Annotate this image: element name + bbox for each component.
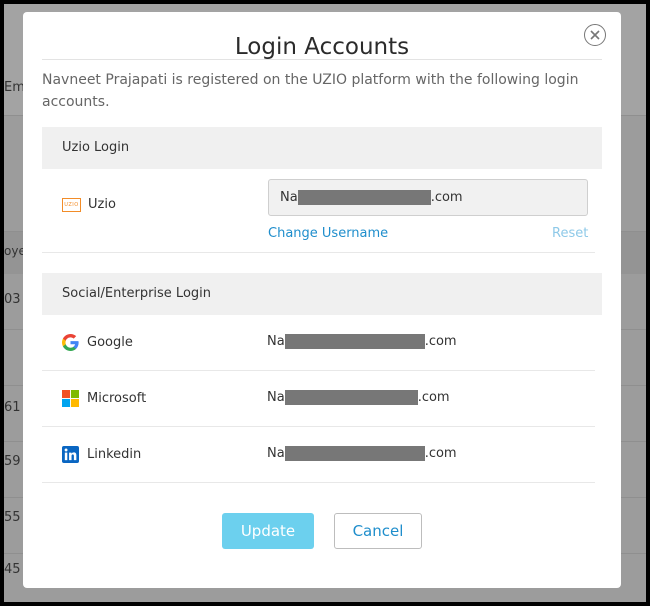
change-username-link[interactable]: Change Username <box>268 226 388 241</box>
background-text: 03 <box>4 292 21 307</box>
background-text: 59 <box>4 454 21 469</box>
google-account-row: Google Na .com <box>42 315 595 371</box>
linkedin-icon <box>62 446 79 463</box>
linkedin-email: Na .com <box>267 446 457 461</box>
redaction-mask <box>297 190 431 205</box>
redaction-mask <box>284 334 425 349</box>
google-provider-label: Google <box>87 335 133 350</box>
email-prefix: Na <box>267 390 285 405</box>
microsoft-provider: Microsoft <box>62 390 146 407</box>
reset-link[interactable]: Reset <box>552 226 588 241</box>
email-prefix: Na <box>267 446 285 461</box>
linkedin-provider-label: Linkedin <box>87 447 142 462</box>
redaction-mask <box>284 446 425 461</box>
uzio-username-field[interactable]: Na .com <box>268 179 588 216</box>
linkedin-account-row: Linkedin Na .com <box>42 427 595 483</box>
dialog-description: Navneet Prajapati is registered on the U… <box>42 72 579 110</box>
cancel-button[interactable]: Cancel <box>334 513 422 549</box>
redaction-mask <box>284 390 418 405</box>
dialog-title: Login Accounts <box>234 34 410 60</box>
username-suffix: .com <box>430 190 463 205</box>
microsoft-icon <box>62 390 79 407</box>
google-email: Na .com <box>267 334 457 349</box>
microsoft-email: Na .com <box>267 390 450 405</box>
google-icon <box>62 334 79 351</box>
title-divider <box>42 59 602 60</box>
background-text: 55 <box>4 510 21 525</box>
username-prefix: Na <box>280 190 298 205</box>
login-accounts-dialog: Login Accounts Navneet Prajapati is regi… <box>23 12 621 588</box>
uzio-provider: UZIO Uzio <box>62 197 116 212</box>
close-button[interactable] <box>584 24 606 46</box>
background-text: 61 <box>4 400 21 415</box>
update-button[interactable]: Update <box>222 513 314 549</box>
uzio-logo-text: UZIO <box>64 201 79 208</box>
uzio-provider-label: Uzio <box>88 197 116 212</box>
social-login-heading: Social/Enterprise Login <box>42 273 602 315</box>
email-prefix: Na <box>267 334 285 349</box>
google-provider: Google <box>62 334 133 351</box>
background-text: 45 <box>4 562 21 577</box>
background-text: Em <box>4 80 25 95</box>
microsoft-provider-label: Microsoft <box>87 391 147 406</box>
uzio-login-heading: Uzio Login <box>42 127 602 169</box>
close-icon <box>590 30 600 40</box>
microsoft-account-row: Microsoft Na .com <box>42 371 595 427</box>
screen: Em oye 03 61 59 55 45 Login Accounts Nav… <box>0 0 650 606</box>
uzio-logo-icon: UZIO <box>62 197 81 212</box>
email-suffix: .com <box>424 446 457 461</box>
email-suffix: .com <box>417 390 450 405</box>
linkedin-provider: Linkedin <box>62 446 141 463</box>
email-suffix: .com <box>424 334 457 349</box>
